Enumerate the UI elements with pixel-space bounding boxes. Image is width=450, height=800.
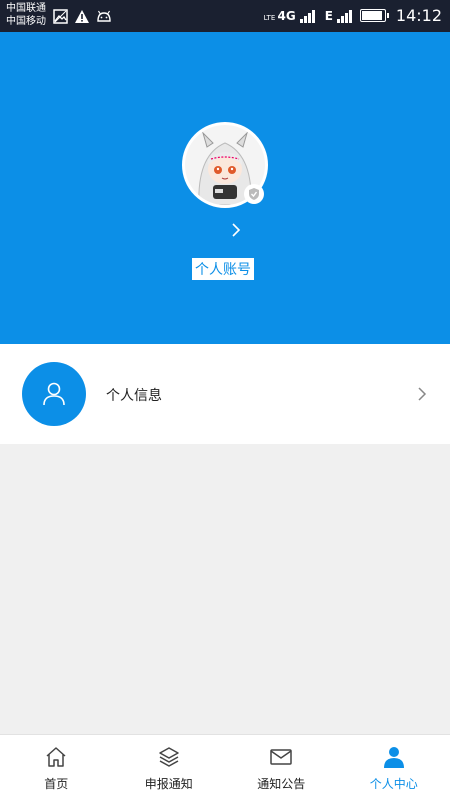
- mail-icon: [270, 749, 292, 765]
- nav-home[interactable]: 首页: [0, 735, 113, 800]
- person-icon: [383, 747, 404, 768]
- layers-icon: [159, 747, 179, 767]
- personal-info-row[interactable]: 个人信息: [0, 344, 450, 444]
- personal-info-label: 个人信息: [106, 388, 162, 404]
- account-label[interactable]: 个人账号: [192, 258, 254, 280]
- signal-strength-icon-2: [336, 9, 352, 23]
- nav-announcements[interactable]: 通知公告: [225, 735, 338, 800]
- nav-announcements-label: 通知公告: [257, 777, 306, 791]
- carrier-1: 中国联通: [6, 3, 46, 14]
- status-bar: 中国联通 中国移动 LTE 4G E 14:12: [0, 0, 450, 32]
- home-icon: [46, 747, 66, 767]
- nav-personal-center-label: 个人中心: [369, 777, 418, 791]
- network-type-1: LTE 4G: [263, 8, 296, 23]
- chevron-right-icon: [416, 385, 428, 403]
- bottom-nav: 首页 申报通知 通知公告 个人中心: [0, 734, 450, 800]
- profile-header: 个人账号: [0, 32, 450, 344]
- signal-strength-icon: [299, 9, 315, 23]
- android-icon: [96, 8, 112, 24]
- nav-declaration-notice[interactable]: 申报通知: [113, 735, 226, 800]
- nav-home-label: 首页: [44, 777, 69, 791]
- network-type-2: E: [324, 8, 333, 23]
- carrier-info: 中国联通 中国移动: [6, 2, 46, 28]
- image-icon: [52, 8, 68, 24]
- warning-icon: [74, 8, 90, 24]
- clock: 14:12: [395, 6, 442, 25]
- nav-declaration-notice-label: 申报通知: [144, 777, 193, 791]
- user-icon: [22, 362, 86, 426]
- profile-chevron-icon[interactable]: [228, 220, 244, 240]
- verified-badge-icon: [244, 184, 264, 204]
- battery-icon: [359, 9, 389, 22]
- system-status: LTE 4G E 14:12: [264, 6, 442, 25]
- nav-personal-center[interactable]: 个人中心: [338, 735, 450, 800]
- notification-icons: [52, 8, 112, 24]
- carrier-2: 中国移动: [6, 16, 46, 27]
- avatar-container[interactable]: [182, 122, 268, 208]
